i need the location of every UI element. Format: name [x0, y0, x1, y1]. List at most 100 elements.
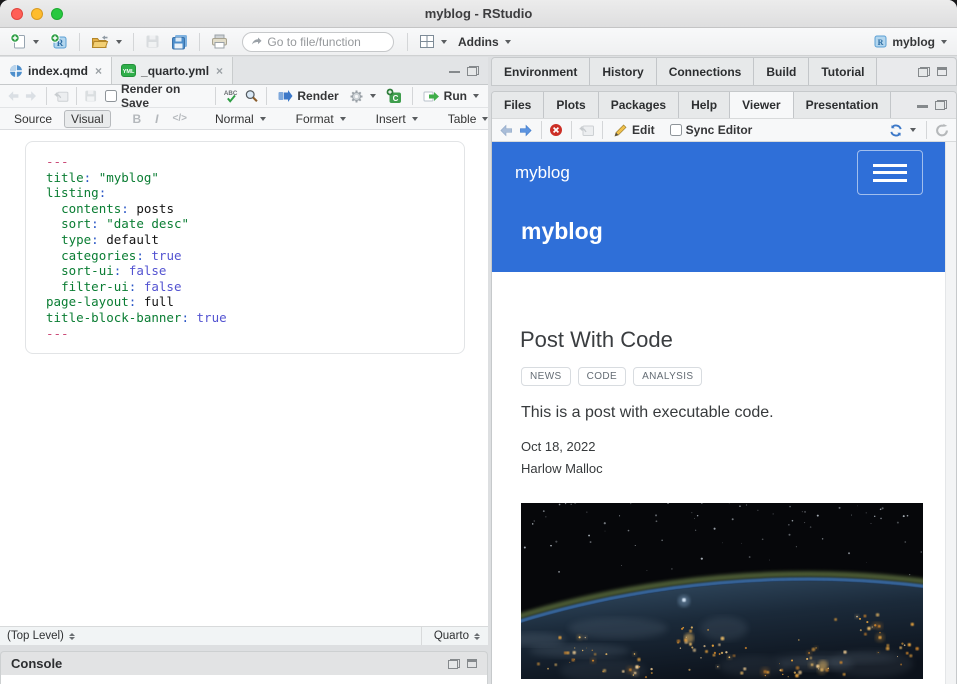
restore-pane-icon[interactable]: [467, 66, 479, 76]
render-button[interactable]: Render: [274, 85, 341, 107]
restore-pane-icon[interactable]: [448, 659, 460, 669]
edit-button[interactable]: Edit: [610, 119, 658, 141]
post-date: Oct 18, 2022: [521, 439, 595, 454]
tab-files[interactable]: Files: [492, 92, 544, 118]
navbar-toggle-button[interactable]: [857, 150, 923, 195]
save-button[interactable]: [142, 31, 163, 53]
new-project-icon: R: [50, 33, 68, 50]
project-cube-icon: R: [873, 34, 888, 49]
yaml-code-line: page-layout: full: [46, 294, 464, 310]
refresh-icon[interactable]: [934, 123, 950, 138]
source-tabstrip: index.qmd × YML _quarto.yml ×: [0, 57, 488, 85]
close-tab-icon[interactable]: ×: [95, 64, 102, 78]
close-tab-icon[interactable]: ×: [216, 64, 223, 78]
source-pane-icons: [440, 57, 488, 84]
spellcheck-icon[interactable]: ABC: [223, 88, 240, 104]
tab-connections[interactable]: Connections: [657, 58, 755, 85]
minimize-window-button[interactable]: [31, 8, 43, 20]
code-format-button[interactable]: </>: [169, 113, 191, 124]
table-menu[interactable]: Table: [442, 111, 495, 127]
tab-history[interactable]: History: [590, 58, 656, 85]
print-button[interactable]: [208, 31, 231, 53]
navbar-brand-link[interactable]: myblog: [515, 163, 570, 183]
workspace-panes-button[interactable]: [416, 31, 450, 53]
tab-plots[interactable]: Plots: [544, 92, 598, 118]
minimize-pane-icon[interactable]: [917, 101, 928, 110]
tab-presentation[interactable]: Presentation: [794, 92, 892, 118]
tab-help[interactable]: Help: [679, 92, 730, 118]
tab-build[interactable]: Build: [754, 58, 809, 85]
render-on-save-checkbox[interactable]: [105, 90, 117, 102]
project-name-label: myblog: [892, 35, 935, 49]
visual-editor-canvas[interactable]: ---title: "myblog"listing: contents: pos…: [0, 130, 488, 626]
sync-button[interactable]: [885, 119, 919, 141]
maximize-pane-icon[interactable]: [467, 659, 477, 668]
viewer-forward-icon[interactable]: [518, 123, 534, 138]
post-thumbnail-earth-image[interactable]: [521, 503, 923, 679]
toolbar-separator: [541, 121, 542, 139]
addins-button[interactable]: Addins: [455, 31, 514, 53]
maximize-pane-icon[interactable]: [937, 67, 947, 76]
yaml-code-line: ---: [46, 326, 464, 342]
open-file-button[interactable]: [88, 31, 125, 53]
titlebar: myblog - RStudio: [0, 0, 957, 28]
close-window-button[interactable]: [11, 8, 23, 20]
project-menu-button[interactable]: R myblog: [870, 31, 950, 53]
format-menu[interactable]: Format: [290, 111, 352, 127]
gear-icon: [349, 89, 364, 104]
goto-file-search[interactable]: [242, 32, 394, 52]
tab-quarto-yml[interactable]: YML _quarto.yml ×: [112, 57, 233, 84]
yaml-metadata-block[interactable]: ---title: "myblog"listing: contents: pos…: [25, 141, 465, 354]
stop-icon[interactable]: [549, 123, 564, 138]
console-pane-header[interactable]: Console: [0, 651, 488, 675]
render-settings-button[interactable]: [346, 85, 379, 107]
new-project-button[interactable]: R: [47, 31, 71, 53]
editor-status-bar: (Top Level) Quarto: [0, 626, 488, 645]
tab-tutorial[interactable]: Tutorial: [809, 58, 877, 85]
source-mode-button[interactable]: Source: [8, 111, 58, 127]
run-button[interactable]: Run: [420, 85, 482, 107]
insert-chunk-button[interactable]: C: [383, 85, 405, 107]
fullscreen-window-button[interactable]: [51, 8, 63, 20]
minimize-pane-icon[interactable]: [449, 66, 460, 75]
paragraph-style-dropdown[interactable]: Normal: [209, 111, 272, 127]
visual-mode-button[interactable]: Visual: [64, 110, 110, 128]
table-caret: [482, 117, 488, 121]
viewer-back-icon[interactable]: [498, 123, 514, 138]
back-icon[interactable]: [6, 89, 20, 103]
category-badge-news[interactable]: NEWS: [521, 367, 571, 386]
tab-packages[interactable]: Packages: [599, 92, 679, 118]
goto-file-input[interactable]: [267, 35, 385, 49]
scope-selector[interactable]: (Top Level): [7, 630, 75, 642]
restore-pane-icon[interactable]: [918, 67, 930, 77]
yml-file-icon: YML: [121, 64, 136, 77]
category-badge-analysis[interactable]: ANALYSIS: [633, 367, 702, 386]
italic-button[interactable]: I: [151, 112, 162, 126]
tab-environment[interactable]: Environment: [492, 58, 590, 85]
category-badge-code[interactable]: CODE: [578, 367, 627, 386]
forward-icon[interactable]: [24, 89, 38, 103]
console-body[interactable]: [0, 675, 488, 684]
new-file-button[interactable]: [7, 31, 42, 53]
sync-editor-checkbox[interactable]: [670, 124, 682, 136]
hamburger-line: [873, 171, 907, 174]
sync-caret: [910, 128, 916, 132]
tab-viewer[interactable]: Viewer: [730, 92, 793, 118]
open-new-window-icon[interactable]: [54, 89, 69, 103]
workbench: index.qmd × YML _quarto.yml ×: [0, 56, 957, 684]
viewer-toolbar: Edit Sync Editor: [492, 119, 956, 142]
bold-button[interactable]: B: [129, 112, 146, 126]
search-icon[interactable]: [244, 88, 259, 104]
restore-pane-icon[interactable]: [935, 100, 947, 110]
window-title: myblog - RStudio: [0, 6, 957, 21]
tab-index-qmd[interactable]: index.qmd ×: [0, 57, 112, 84]
viewer-content[interactable]: myblog myblog Post With Code NEWSCODEANA…: [492, 142, 956, 684]
insert-menu[interactable]: Insert: [370, 111, 424, 127]
save-doc-icon[interactable]: [84, 89, 97, 103]
viewer-scrollbar-gutter[interactable]: [945, 142, 956, 684]
post-title-link[interactable]: Post With Code: [520, 327, 673, 353]
toolbar-separator: [215, 87, 216, 105]
open-new-window-icon[interactable]: [579, 123, 595, 137]
save-all-button[interactable]: [168, 31, 191, 53]
language-mode-selector[interactable]: Quarto: [421, 627, 488, 645]
